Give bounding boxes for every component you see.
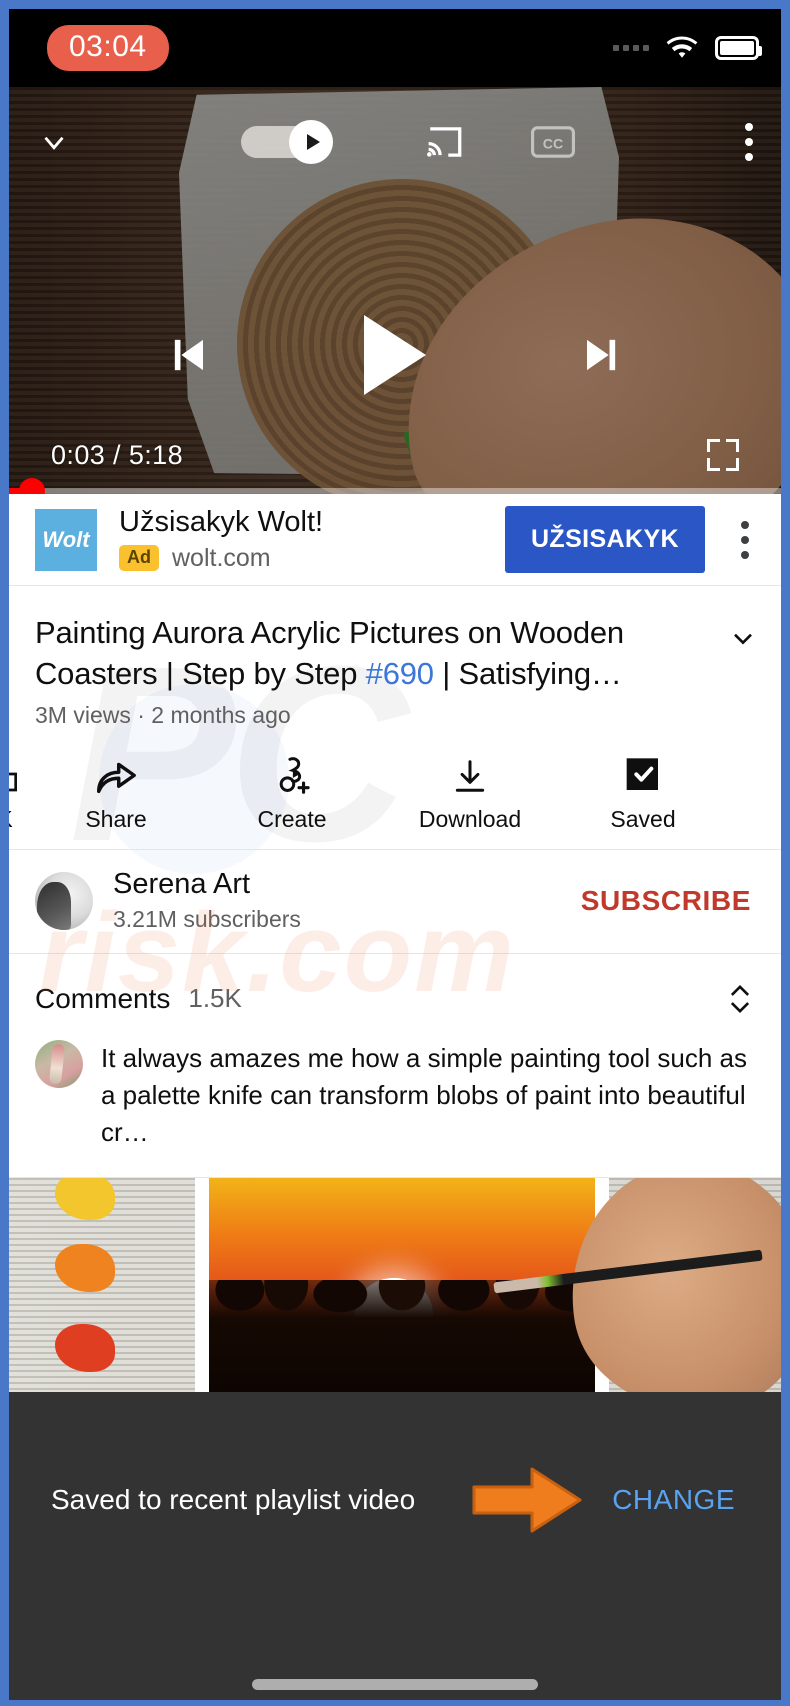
player-center-controls bbox=[9, 315, 781, 395]
share-button[interactable]: Share bbox=[25, 751, 207, 833]
like-icon bbox=[9, 751, 21, 795]
comment-text: It always amazes me how a simple paintin… bbox=[101, 1042, 747, 1147]
thumbnail-treeline bbox=[209, 1279, 595, 1392]
expand-description-chevron-down-icon[interactable] bbox=[727, 622, 759, 654]
comment-author-avatar bbox=[35, 1039, 83, 1088]
ad-advertiser-logo: Wolt bbox=[35, 508, 97, 571]
previous-track-icon[interactable] bbox=[164, 329, 216, 381]
suggested-video-thumbnail[interactable] bbox=[9, 1177, 781, 1392]
ad-title: Užsisakyk Wolt! bbox=[119, 506, 324, 539]
snackbar-action-area: CHANGE bbox=[472, 1461, 745, 1539]
home-gesture-bar[interactable] bbox=[9, 1607, 781, 1700]
video-title-part2: | Satisfying… bbox=[433, 656, 622, 692]
video-meta: 3M views · 2 months ago bbox=[35, 702, 291, 729]
channel-subscribers: 3.21M subscribers bbox=[113, 905, 301, 932]
autoplay-toggle[interactable] bbox=[241, 120, 333, 164]
ad-badge: Ad bbox=[119, 545, 159, 572]
comments-title: Comments bbox=[35, 982, 171, 1014]
video-action-row[interactable]: K Share C bbox=[9, 729, 781, 851]
saved-button[interactable]: Saved bbox=[563, 751, 723, 833]
orange-arrow-annotation bbox=[472, 1467, 582, 1532]
more-vertical-icon[interactable] bbox=[745, 123, 753, 161]
next-track-icon[interactable] bbox=[574, 329, 626, 381]
video-title: Painting Aurora Acrylic Pictures on Wood… bbox=[35, 612, 713, 694]
ad-banner[interactable]: Wolt Užsisakyk Wolt! Ad wolt.com UŽSISAK… bbox=[9, 494, 781, 586]
ad-text-block: Užsisakyk Wolt! Ad wolt.com bbox=[119, 506, 483, 572]
closed-captions-icon[interactable]: CC bbox=[531, 126, 575, 158]
like-label: K bbox=[9, 806, 13, 833]
video-player[interactable]: CC 0:03 / 5:18 bbox=[9, 87, 781, 494]
comments-count: 1.5K bbox=[188, 983, 242, 1014]
gesture-bar-handle[interactable] bbox=[252, 1678, 538, 1690]
signal-dots-icon bbox=[613, 45, 649, 51]
player-bottom-controls: 0:03 / 5:18 bbox=[9, 432, 781, 478]
chevron-down-icon[interactable] bbox=[37, 125, 71, 159]
screenshot-frame: 03:04 CC 0:03 / 5:18 PC risk.com Wolt Už… bbox=[0, 0, 790, 1706]
video-info-section: Painting Aurora Acrylic Pictures on Wood… bbox=[9, 586, 781, 851]
expand-collapse-icon[interactable] bbox=[725, 980, 755, 1018]
subscribe-button[interactable]: SUBSCRIBE bbox=[567, 879, 755, 923]
channel-info: Serena Art 3.21M subscribers bbox=[113, 868, 547, 932]
autoplay-knob-play-icon bbox=[289, 120, 333, 164]
create-button[interactable]: Create bbox=[207, 751, 377, 833]
cast-icon[interactable] bbox=[425, 124, 465, 160]
ad-url: wolt.com bbox=[172, 543, 271, 572]
channel-name: Serena Art bbox=[113, 868, 251, 901]
saved-label: Saved bbox=[610, 806, 676, 833]
share-label: Share bbox=[85, 806, 147, 833]
wifi-icon bbox=[666, 36, 698, 58]
first-comment[interactable]: It always amazes me how a simple paintin… bbox=[35, 1018, 755, 1177]
create-label: Create bbox=[257, 806, 327, 833]
fullscreen-icon[interactable] bbox=[707, 439, 739, 471]
download-button[interactable]: Download bbox=[377, 751, 563, 833]
snackbar-message: Saved to recent playlist video bbox=[51, 1483, 416, 1515]
ad-more-vertical-icon[interactable] bbox=[727, 520, 759, 559]
download-icon bbox=[451, 751, 489, 795]
player-top-controls: CC bbox=[9, 87, 781, 197]
status-bar: 03:04 bbox=[9, 9, 781, 87]
channel-avatar[interactable] bbox=[35, 871, 93, 930]
create-clip-icon bbox=[271, 751, 313, 795]
like-button[interactable]: K bbox=[9, 751, 25, 833]
ad-cta-button[interactable]: UŽSISAKYK bbox=[504, 506, 705, 573]
comments-section[interactable]: Comments 1.5K It always amazes me how a … bbox=[9, 954, 781, 1178]
comments-header[interactable]: Comments 1.5K bbox=[35, 980, 755, 1018]
video-title-hashtag[interactable]: #690 bbox=[366, 656, 434, 691]
channel-row[interactable]: Serena Art 3.21M subscribers SUBSCRIBE bbox=[9, 850, 781, 954]
download-label: Download bbox=[418, 806, 522, 833]
saved-checkbox-icon bbox=[623, 751, 663, 795]
play-icon[interactable] bbox=[364, 315, 426, 395]
svg-text:CC: CC bbox=[543, 135, 563, 151]
status-clock: 03:04 bbox=[47, 25, 169, 71]
ad-subline: Ad wolt.com bbox=[119, 544, 483, 573]
snackbar-change-button[interactable]: CHANGE bbox=[602, 1476, 745, 1524]
share-icon bbox=[94, 751, 138, 795]
phone-screen: 03:04 CC 0:03 / 5:18 PC risk.com Wolt Už… bbox=[9, 9, 781, 1700]
snackbar: Saved to recent playlist video CHANGE bbox=[9, 1391, 781, 1608]
battery-icon bbox=[715, 36, 762, 60]
video-title-row[interactable]: Painting Aurora Acrylic Pictures on Wood… bbox=[9, 586, 781, 694]
status-icons bbox=[613, 35, 762, 61]
player-timecode: 0:03 / 5:18 bbox=[51, 439, 184, 470]
